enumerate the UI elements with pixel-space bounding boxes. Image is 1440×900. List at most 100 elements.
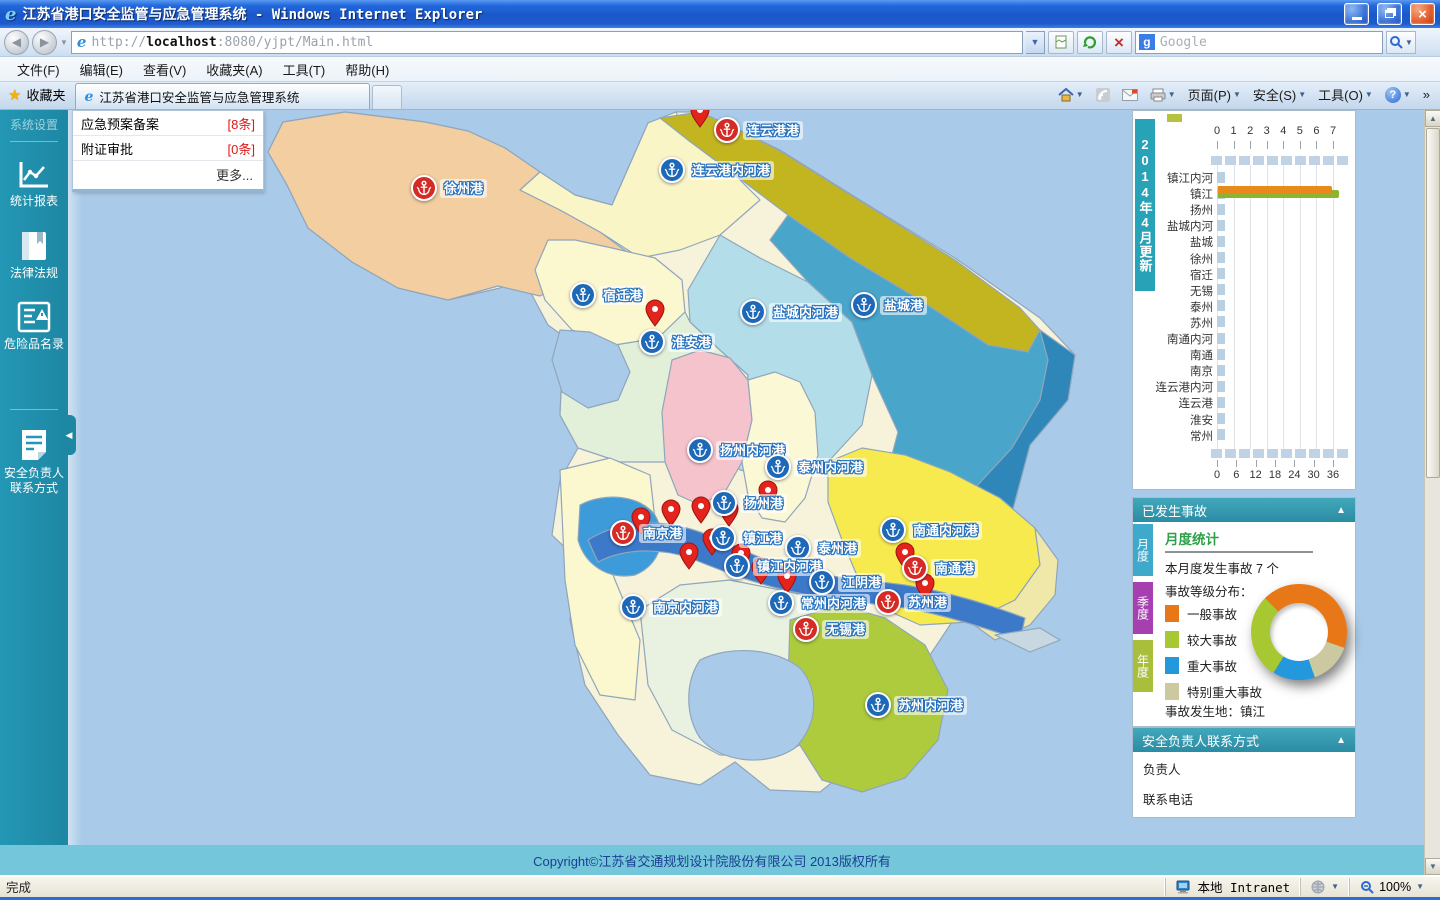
grid-line: [1316, 155, 1318, 453]
port-marker-盐城港[interactable]: 盐城港: [851, 292, 928, 318]
accidents-panel-header[interactable]: 已发生事故 ▲: [1133, 498, 1355, 522]
address-dropdown-button[interactable]: ▼: [1025, 30, 1045, 54]
legend-label: 重大事故: [1187, 660, 1238, 674]
sidebar-item-system-settings[interactable]: 系统设置: [0, 110, 68, 133]
vertical-scrollbar[interactable]: ▲ ▼: [1424, 110, 1440, 875]
quick-row-approvals[interactable]: 附证审批 [0条]: [73, 136, 263, 161]
zoom-control[interactable]: 100% ▼: [1349, 877, 1434, 896]
top-axis-tick: [1266, 141, 1268, 149]
close-button[interactable]: ×: [1410, 3, 1435, 25]
port-marker-泰州内河港[interactable]: 泰州内河港: [765, 454, 868, 480]
port-marker-徐州港[interactable]: 徐州港: [411, 175, 488, 201]
menu-item[interactable]: 编辑(E): [71, 58, 132, 81]
menu-item[interactable]: 文件(F): [8, 58, 69, 81]
help-button[interactable]: ? ▼: [1381, 86, 1415, 104]
menu-item[interactable]: 查看(V): [134, 58, 195, 81]
port-marker-宿迁港[interactable]: 宿迁港: [570, 282, 647, 308]
compatibility-view-button[interactable]: [1047, 30, 1074, 54]
forward-button[interactable]: ▶: [32, 29, 57, 55]
bar-orange[interactable]: [1218, 186, 1332, 195]
port-marker-南京内河港[interactable]: 南京内河港: [620, 594, 723, 620]
refresh-button[interactable]: [1076, 30, 1103, 54]
bottom-axis-tick-label: 24: [1288, 468, 1301, 481]
collapse-arrow-icon[interactable]: ▲: [1336, 735, 1346, 746]
quick-row-plans[interactable]: 应急预案备案 [8条]: [73, 111, 263, 136]
feeds-button[interactable]: [1092, 87, 1114, 103]
port-marker-扬州港[interactable]: 扬州港: [711, 490, 788, 516]
sidebar-item-statistics[interactable]: 统计报表: [0, 150, 68, 220]
sidebar-item-laws[interactable]: 法律法规: [0, 220, 68, 292]
port-marker-苏州港[interactable]: 苏州港: [875, 589, 952, 615]
accidents-panel-body: 月度统计 本月度发生事故 7 个 事故等级分布： 一般事故 较大事故 重大事故 特别重…: [1155, 522, 1355, 726]
scrollbar-thumb[interactable]: [1426, 128, 1440, 478]
port-label: 无锡港: [822, 619, 870, 639]
port-marker-南通内河港[interactable]: 南通内河港: [880, 517, 983, 543]
port-marker-镇江港[interactable]: 镇江港: [710, 525, 787, 551]
category-zero-stub: [1217, 429, 1225, 441]
port-marker-盐城内河港[interactable]: 盐城内河港: [740, 299, 843, 325]
menu-bar: 文件(F) 编辑(E) 查看(V) 收藏夹(A) 工具(T) 帮助(H): [0, 57, 1440, 82]
print-button[interactable]: ▼: [1146, 87, 1180, 103]
favorites-star-icon: ★: [8, 86, 22, 104]
top-axis-tick: [1250, 141, 1252, 149]
page-favicon: e: [76, 33, 87, 51]
back-button[interactable]: ◀: [4, 29, 29, 55]
scroll-down-button[interactable]: ▼: [1425, 858, 1440, 875]
anchor-icon: [880, 517, 906, 543]
category-zero-stub: [1217, 268, 1225, 280]
new-tab-button[interactable]: [372, 85, 403, 109]
page-menu-button[interactable]: 页面(P) ▼: [1184, 84, 1245, 105]
favorites-tab-row: ★ 收藏夹 e 江苏省港口安全监管与应急管理系统 ▼ ▼ 页面(P) ▼ 安全(S…: [0, 82, 1440, 110]
accidents-panel: 已发生事故 ▲ 月度季度年度 月度统计 本月度发生事故 7 个 事故等级分布： …: [1132, 497, 1356, 727]
safety-menu-button[interactable]: 安全(S) ▼: [1249, 84, 1310, 105]
minimize-button[interactable]: [1344, 3, 1369, 25]
search-input[interactable]: g Google: [1134, 30, 1383, 54]
toolbar-overflow-button[interactable]: »: [1419, 86, 1434, 103]
address-input[interactable]: e http://localhost:8080/yjpt/Main.html: [70, 30, 1023, 54]
restore-button[interactable]: [1377, 3, 1402, 25]
top-axis-tick: [1233, 141, 1235, 149]
legend-swatch: [1165, 683, 1179, 700]
port-marker-南通港[interactable]: 南通港: [902, 555, 979, 581]
bar-chart[interactable]: 0 1 2 3 4 5 6 7 镇江内河 镇江 扬州 盐城内河 盐城 徐州 宿迁 无锡 泰州 苏州 南通内河 南通 南京…: [1133, 111, 1355, 489]
tab-月度[interactable]: 月度: [1133, 524, 1153, 576]
tab-main[interactable]: e 江苏省港口安全监管与应急管理系统: [75, 83, 371, 109]
tab-年度[interactable]: 年度: [1133, 640, 1153, 692]
home-button[interactable]: ▼: [1054, 87, 1088, 103]
menu-item[interactable]: 帮助(H): [336, 58, 398, 81]
port-label: 苏州内河港: [894, 695, 968, 715]
tools-menu-button[interactable]: 工具(O) ▼: [1314, 84, 1377, 105]
recent-pages-dropdown[interactable]: ▼: [60, 38, 68, 47]
status-bar: 完成 本地 Intranet ▼ 100% ▼: [0, 875, 1440, 900]
sidebar-item-hazard-list[interactable]: 危险品名录: [0, 291, 68, 363]
port-marker-淮安港[interactable]: 淮安港: [639, 329, 716, 355]
safety-contacts-header[interactable]: 安全负责人联系方式 ▲: [1133, 728, 1355, 752]
title-bar: e 江苏省港口安全监管与应急管理系统 - Windows Internet Ex…: [0, 0, 1440, 28]
port-label: 泰州内河港: [794, 457, 868, 477]
port-marker-连云港内河港[interactable]: 连云港内河港: [659, 157, 775, 183]
menu-item[interactable]: 工具(T): [274, 58, 335, 81]
contact-person-label: 负责人: [1143, 763, 1181, 777]
menu-item[interactable]: 收藏夹(A): [197, 58, 271, 81]
port-marker-连云港港[interactable]: 连云港港: [714, 117, 804, 143]
collapse-arrow-icon[interactable]: ▲: [1336, 505, 1346, 516]
port-label: 连云港港: [743, 120, 804, 140]
url-text: http://localhost:8080/yjpt/Main.html: [91, 34, 374, 50]
globe-lock-icon: [1311, 880, 1325, 893]
tab-季度[interactable]: 季度: [1133, 582, 1153, 634]
port-marker-南京港[interactable]: 南京港: [610, 520, 687, 546]
scroll-up-button[interactable]: ▲: [1425, 110, 1440, 127]
search-go-button[interactable]: ▼: [1385, 30, 1416, 54]
port-marker-苏州内河港[interactable]: 苏州内河港: [865, 692, 968, 718]
category-zero-stub: [1217, 252, 1225, 264]
favorites-button[interactable]: ★ 收藏夹: [0, 81, 75, 109]
sidebar-item-safety-contacts[interactable]: 安全负责人联系方式: [0, 418, 68, 507]
quick-more-link[interactable]: 更多...: [73, 161, 263, 189]
protected-mode-button[interactable]: ▼: [1300, 877, 1349, 896]
port-marker-无锡港[interactable]: 无锡港: [793, 616, 870, 642]
port-marker-常州内河港[interactable]: 常州内河港: [768, 590, 871, 616]
stop-button[interactable]: ×: [1105, 30, 1132, 54]
sidebar-collapse-handle[interactable]: ◀: [62, 415, 76, 455]
anchor-icon: [570, 282, 596, 308]
read-mail-button[interactable]: [1118, 88, 1142, 102]
